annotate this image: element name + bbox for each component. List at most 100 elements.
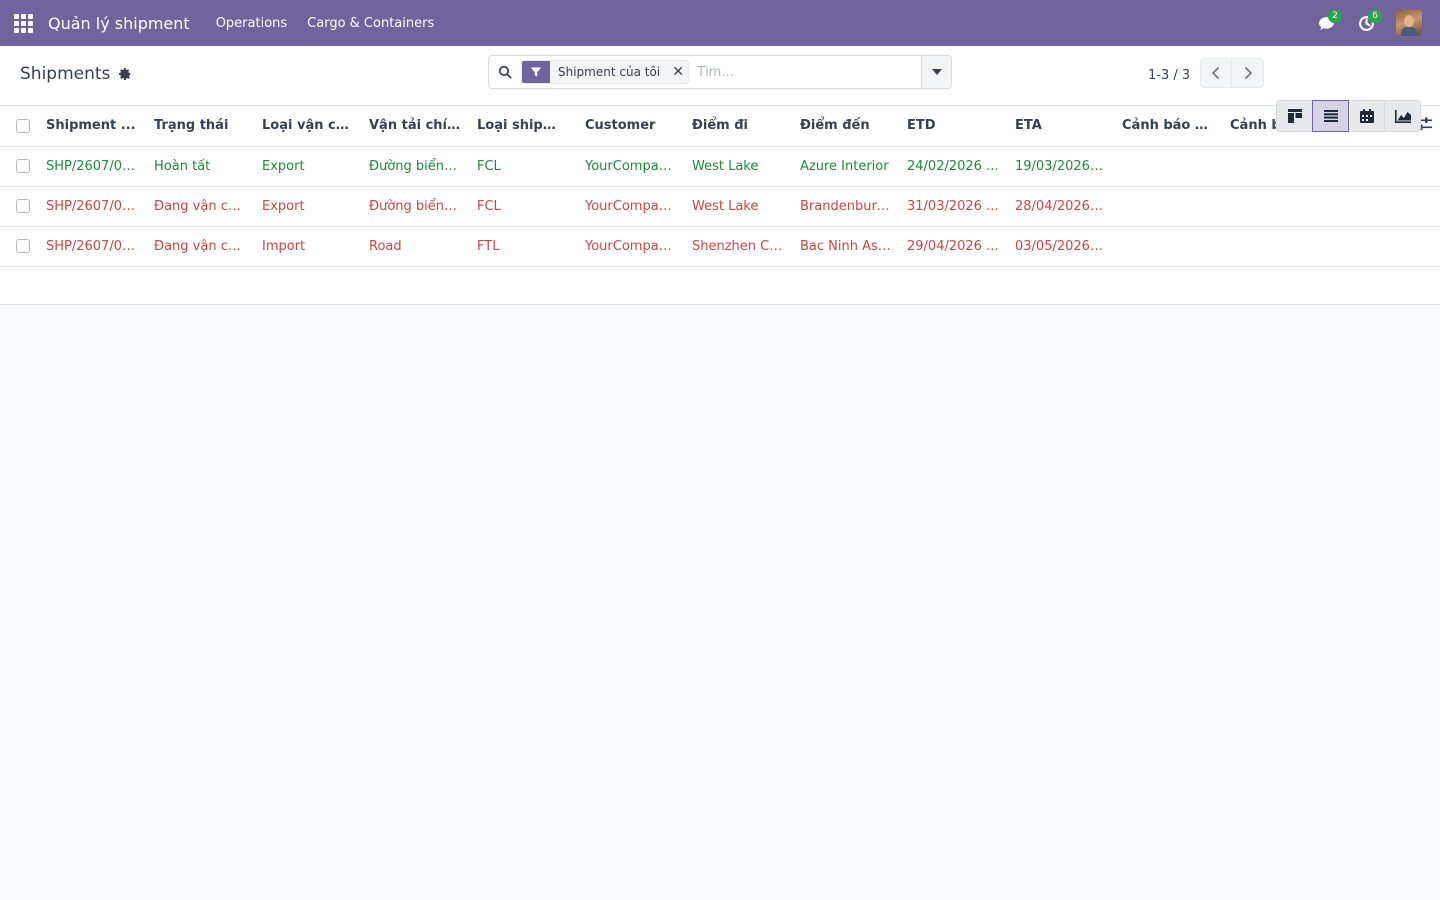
table-header-row: Shipment ... Trạng thái Loại vận ch... V… xyxy=(0,106,1440,147)
empty-cell xyxy=(0,266,1440,304)
cell-shipment-type[interactable]: FCL xyxy=(469,146,577,187)
search-facet[interactable]: Shipment của tôi ✕ xyxy=(521,60,690,84)
chevron-down-icon xyxy=(931,69,942,75)
cell-main-transport[interactable]: Đường biển /... xyxy=(361,146,469,187)
cell-customer[interactable]: YourCompan... xyxy=(577,226,684,267)
column-header-customer[interactable]: Customer xyxy=(577,106,684,147)
search-bar: Shipment của tôi ✕ xyxy=(488,55,952,89)
calendar-icon xyxy=(1359,109,1374,123)
apps-menu-button[interactable] xyxy=(0,0,46,46)
row-end-cell xyxy=(1399,186,1440,227)
pager-next-button[interactable] xyxy=(1232,58,1265,88)
cell-shipment[interactable]: SHP/2607/00... xyxy=(38,186,146,227)
cell-warning-1[interactable] xyxy=(1114,226,1222,267)
column-header-shipment[interactable]: Shipment ... xyxy=(38,106,146,147)
cell-validity[interactable] xyxy=(1330,186,1399,227)
cell-status[interactable]: Đang vận ch... xyxy=(146,226,254,267)
row-select-cell xyxy=(0,146,38,187)
view-list-button[interactable] xyxy=(1312,100,1349,132)
column-header-status[interactable]: Trạng thái xyxy=(146,106,254,147)
row-select-cell xyxy=(0,226,38,267)
cell-status[interactable]: Hoàn tất xyxy=(146,146,254,187)
cell-status[interactable]: Đang vận ch... xyxy=(146,186,254,227)
page-title: Shipments xyxy=(20,64,111,84)
cell-customer[interactable]: YourCompan... xyxy=(577,186,684,227)
kanban-icon xyxy=(1287,109,1302,123)
messages-button[interactable]: 2 xyxy=(1306,0,1346,46)
cell-origin[interactable]: West Lake xyxy=(684,186,792,227)
search-options-toggle[interactable] xyxy=(921,56,951,88)
view-graph-button[interactable] xyxy=(1384,100,1421,132)
menu-operations[interactable]: Operations xyxy=(206,0,297,46)
cell-shipment-type[interactable]: FCL xyxy=(469,186,577,227)
cell-customer[interactable]: YourCompan... xyxy=(577,146,684,187)
cell-warning-1[interactable] xyxy=(1114,186,1222,227)
chevron-right-icon xyxy=(1244,66,1252,80)
control-panel: Shipments Shipment của tôi ✕ 1-3 / 3 xyxy=(0,46,1440,132)
row-select-cell xyxy=(0,186,38,227)
cell-transport-type[interactable]: Export xyxy=(254,186,361,227)
menu-cargo-containers[interactable]: Cargo & Containers xyxy=(297,0,444,46)
close-icon[interactable]: ✕ xyxy=(668,64,688,80)
pager: 1-3 / 3 xyxy=(1148,58,1265,88)
cell-etd[interactable]: 31/03/2026 ... xyxy=(899,186,1007,227)
cell-validity[interactable] xyxy=(1330,146,1399,187)
row-checkbox[interactable] xyxy=(16,199,30,213)
messages-badge: 2 xyxy=(1328,10,1342,23)
cell-etd[interactable]: 29/04/2026 ... xyxy=(899,226,1007,267)
cell-validity[interactable] xyxy=(1330,226,1399,267)
column-header-eta[interactable]: ETA xyxy=(1007,106,1114,147)
chevron-left-icon xyxy=(1212,66,1220,80)
table-row[interactable]: SHP/2607/00... Đang vận ch... Import Road FT… xyxy=(0,226,1440,267)
column-header-origin[interactable]: Điểm đi xyxy=(684,106,792,147)
user-avatar[interactable] xyxy=(1396,10,1422,36)
cell-destination[interactable]: Bac Ninh Ass... xyxy=(792,226,899,267)
column-header-main-transport[interactable]: Vận tải chính xyxy=(361,106,469,147)
column-header-etd[interactable]: ETD xyxy=(899,106,1007,147)
column-header-warning-1[interactable]: Cảnh báo t... xyxy=(1114,106,1222,147)
facet-label: Shipment của tôi xyxy=(558,65,661,79)
table-row[interactable]: SHP/2607/00... Hoàn tất Export Đường biển /… xyxy=(0,146,1440,187)
cell-shipment[interactable]: SHP/2607/00... xyxy=(38,146,146,187)
table-body: SHP/2607/00... Hoàn tất Export Đường biển /… xyxy=(0,146,1440,304)
view-calendar-button[interactable] xyxy=(1348,100,1385,132)
apps-icon xyxy=(13,13,33,33)
gear-icon[interactable] xyxy=(118,67,132,81)
view-switcher xyxy=(1276,100,1421,132)
search-input[interactable] xyxy=(689,57,921,87)
row-checkbox[interactable] xyxy=(16,159,30,173)
pager-value[interactable]: 1-3 / 3 xyxy=(1148,68,1190,83)
table-row[interactable]: SHP/2607/00... Đang vận ch... Export Đường … xyxy=(0,186,1440,227)
cell-main-transport[interactable]: Road xyxy=(361,226,469,267)
column-header-shipment-type[interactable]: Loại shipm... xyxy=(469,106,577,147)
cell-eta[interactable]: 03/05/2026 ... xyxy=(1007,226,1114,267)
top-navbar: Quản lý shipment Operations Cargo & Cont… xyxy=(0,0,1440,46)
cell-shipment[interactable]: SHP/2607/00... xyxy=(38,226,146,267)
cell-warning-2[interactable] xyxy=(1222,226,1330,267)
row-checkbox[interactable] xyxy=(16,239,30,253)
cell-eta[interactable]: 28/04/2026 ... xyxy=(1007,186,1114,227)
cell-warning-1[interactable] xyxy=(1114,146,1222,187)
cell-destination[interactable]: Brandenburg... xyxy=(792,186,899,227)
cell-destination[interactable]: Azure Interior xyxy=(792,146,899,187)
empty-row xyxy=(0,266,1440,304)
pager-previous-button[interactable] xyxy=(1200,58,1233,88)
cell-eta[interactable]: 19/03/2026 ... xyxy=(1007,146,1114,187)
activities-badge: 6 xyxy=(1368,10,1382,23)
app-title[interactable]: Quản lý shipment xyxy=(46,14,192,33)
cell-warning-2[interactable] xyxy=(1222,186,1330,227)
activities-button[interactable]: 6 xyxy=(1346,0,1386,46)
cell-transport-type[interactable]: Export xyxy=(254,146,361,187)
select-all-checkbox[interactable] xyxy=(16,118,30,133)
cell-origin[interactable]: West Lake xyxy=(684,146,792,187)
cell-transport-type[interactable]: Import xyxy=(254,226,361,267)
view-kanban-button[interactable] xyxy=(1276,100,1313,132)
cell-shipment-type[interactable]: FTL xyxy=(469,226,577,267)
column-header-destination[interactable]: Điểm đến xyxy=(792,106,899,147)
cell-etd[interactable]: 24/02/2026 ... xyxy=(899,146,1007,187)
column-header-transport-type[interactable]: Loại vận ch... xyxy=(254,106,361,147)
shipment-list: Shipment ... Trạng thái Loại vận ch... V… xyxy=(0,106,1440,305)
cell-warning-2[interactable] xyxy=(1222,146,1330,187)
cell-main-transport[interactable]: Đường biển /... xyxy=(361,186,469,227)
cell-origin[interactable]: Shenzhen Co... xyxy=(684,226,792,267)
